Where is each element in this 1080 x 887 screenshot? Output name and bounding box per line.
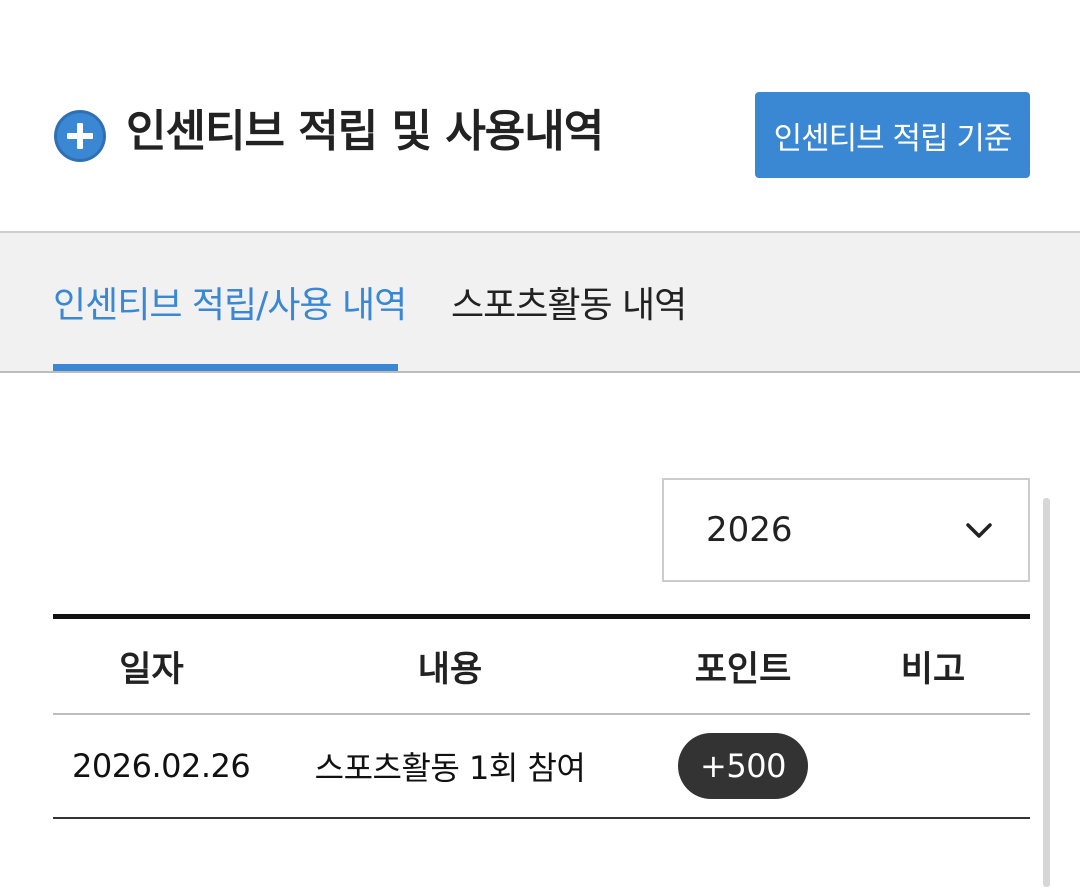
active-tab-indicator <box>53 364 398 371</box>
row-note <box>873 715 993 817</box>
chevron-down-icon <box>966 523 992 538</box>
column-header-content: 내용 <box>417 649 483 690</box>
year-select-value: 2026 <box>706 510 793 550</box>
page-header: 인센티브 적립 및 사용내역 인센티브 적립 기준 <box>0 0 1080 232</box>
plus-circle-icon <box>54 110 106 162</box>
column-header-note: 비고 <box>900 649 966 690</box>
tab-label: 스포츠활동 내역 <box>451 285 687 326</box>
points-badge: +500 <box>678 733 808 799</box>
incentive-table: 일자 내용 포인트 비고 2026.02.26 스포츠활동 1회 참여 +500 <box>53 614 1030 819</box>
column-header-date: 일자 <box>119 649 184 690</box>
table-header-row: 일자 내용 포인트 비고 <box>53 619 1030 715</box>
table-row: 2026.02.26 스포츠활동 1회 참여 +500 <box>53 715 1030 819</box>
row-points-cell: +500 <box>668 715 818 817</box>
row-content: 스포츠활동 1회 참여 <box>314 749 586 787</box>
column-header-points: 포인트 <box>694 649 792 690</box>
page-title: 인센티브 적립 및 사용내역 <box>126 106 604 157</box>
scrollbar[interactable] <box>1043 498 1050 887</box>
tab-incentive-history[interactable]: 인센티브 적립/사용 내역 <box>53 233 407 371</box>
tab-bar: 인센티브 적립/사용 내역 스포츠활동 내역 <box>0 231 1080 373</box>
tab-label: 인센티브 적립/사용 내역 <box>53 285 407 326</box>
year-select[interactable]: 2026 <box>662 478 1030 582</box>
row-date: 2026.02.26 <box>72 747 251 785</box>
tab-sports-activity-history[interactable]: 스포츠활동 내역 <box>451 233 687 371</box>
incentive-criteria-button[interactable]: 인센티브 적립 기준 <box>755 92 1030 178</box>
